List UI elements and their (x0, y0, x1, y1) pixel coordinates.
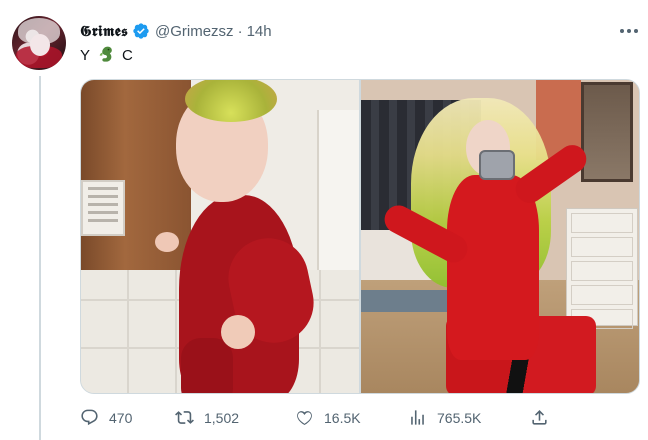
views-count: 765.5K (437, 409, 482, 426)
leg (181, 338, 233, 393)
dresser (566, 208, 638, 329)
separator-dot: · (237, 22, 243, 40)
timestamp[interactable]: 14h (247, 23, 272, 40)
analytics-icon (411, 410, 424, 425)
thread-line (39, 76, 41, 440)
vent (81, 180, 125, 236)
retweet-button[interactable]: 1,502 (175, 408, 239, 427)
mirror-selfie-photo[interactable] (361, 80, 639, 393)
share-icon (532, 410, 547, 425)
retweet-icon (175, 411, 194, 424)
avatar-face (30, 34, 50, 56)
door-frame (317, 110, 359, 270)
tweet-text-part-2: C (122, 46, 133, 64)
hand (221, 315, 255, 349)
more-options-icon[interactable] (618, 20, 640, 42)
share-button[interactable] (530, 408, 549, 427)
reply-button[interactable]: 470 (80, 408, 132, 427)
tweet-text: Y C (80, 44, 133, 66)
action-bar: 470 1,502 16.5K 765.5K (80, 408, 550, 430)
retweet-count: 1,502 (204, 409, 240, 426)
display-name[interactable]: 𝕲𝖗𝖎𝖒𝖊𝖘 (80, 22, 128, 40)
reply-icon (81, 409, 98, 426)
tweet-header: 𝕲𝖗𝖎𝖒𝖊𝖘 @Grimezsz · 14h (80, 20, 272, 42)
heart-icon (297, 411, 312, 425)
like-count: 16.5K (324, 409, 361, 426)
verified-badge-icon (133, 23, 149, 39)
phone (479, 150, 515, 180)
reply-count: 470 (109, 409, 133, 426)
hand (155, 232, 179, 252)
toddler-photo[interactable] (81, 80, 359, 393)
handle[interactable]: @Grimezsz (155, 23, 234, 40)
like-button[interactable]: 16.5K (295, 408, 361, 427)
tweet-text-part-1: Y (80, 46, 91, 64)
wall-art (581, 82, 633, 182)
media-grid (80, 79, 640, 394)
views-button[interactable]: 765.5K (408, 408, 481, 427)
seahorse-emoji-icon (99, 46, 112, 62)
avatar[interactable] (12, 16, 66, 70)
